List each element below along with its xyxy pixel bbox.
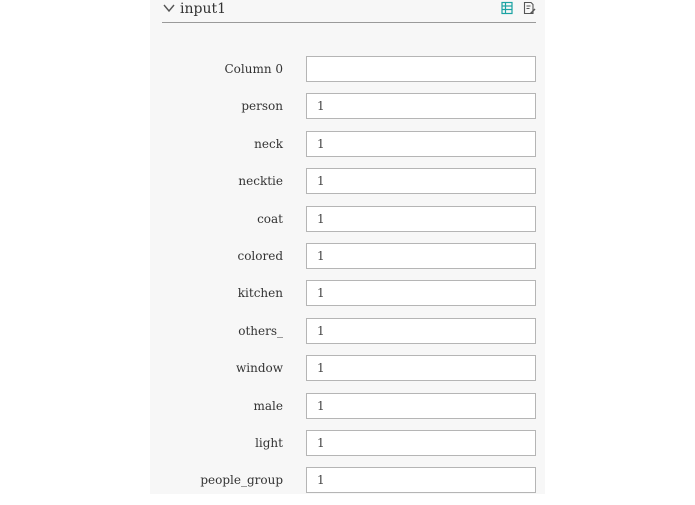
necktie-input[interactable] [306,168,536,195]
table-view-icon[interactable] [500,1,514,15]
coat-input[interactable] [306,205,536,232]
field-label: light [255,435,283,450]
form-row-necktie: necktie [150,168,545,205]
others-input[interactable] [306,317,536,344]
form-row-neck: neck [150,130,545,168]
field-label: people_group [200,473,283,488]
colored-input[interactable] [306,242,536,269]
form-row-people-group: people_group [150,467,545,504]
people-group-input[interactable] [306,467,536,494]
field-label: coat [257,211,283,226]
panel-header: input1 [162,0,536,23]
field-label: Column 0 [224,62,283,76]
field-label: necktie [238,174,283,189]
person-input[interactable] [306,93,536,120]
field-label: window [235,361,283,376]
window-input[interactable] [306,355,536,382]
form-row-colored: colored [150,242,545,280]
panel-title: input1 [180,1,227,17]
field-label: kitchen [237,286,283,301]
form-row-person: person [150,93,545,130]
column-0-input[interactable] [306,56,536,82]
field-label: colored [237,248,283,263]
field-label: neck [254,136,283,151]
form-row-kitchen: kitchen [150,280,545,317]
male-input[interactable] [306,392,536,419]
form-row-coat: coat [150,205,545,243]
neck-input[interactable] [306,130,536,157]
kitchen-input[interactable] [306,280,536,307]
form-row-light: light [150,429,545,467]
field-label: male [253,398,283,413]
field-label: person [241,99,283,114]
field-label: others_ [238,323,283,338]
light-input[interactable] [306,429,536,456]
form-row-male: male [150,392,545,430]
form-row-others: others_ [150,317,545,355]
form-row-window: window [150,355,545,392]
field-list: Column 0 person neck necktie coat colore… [150,56,545,505]
form-row-column-0: Column 0 [150,56,545,93]
chevron-down-icon[interactable] [162,1,176,15]
edit-document-icon[interactable] [522,1,536,15]
